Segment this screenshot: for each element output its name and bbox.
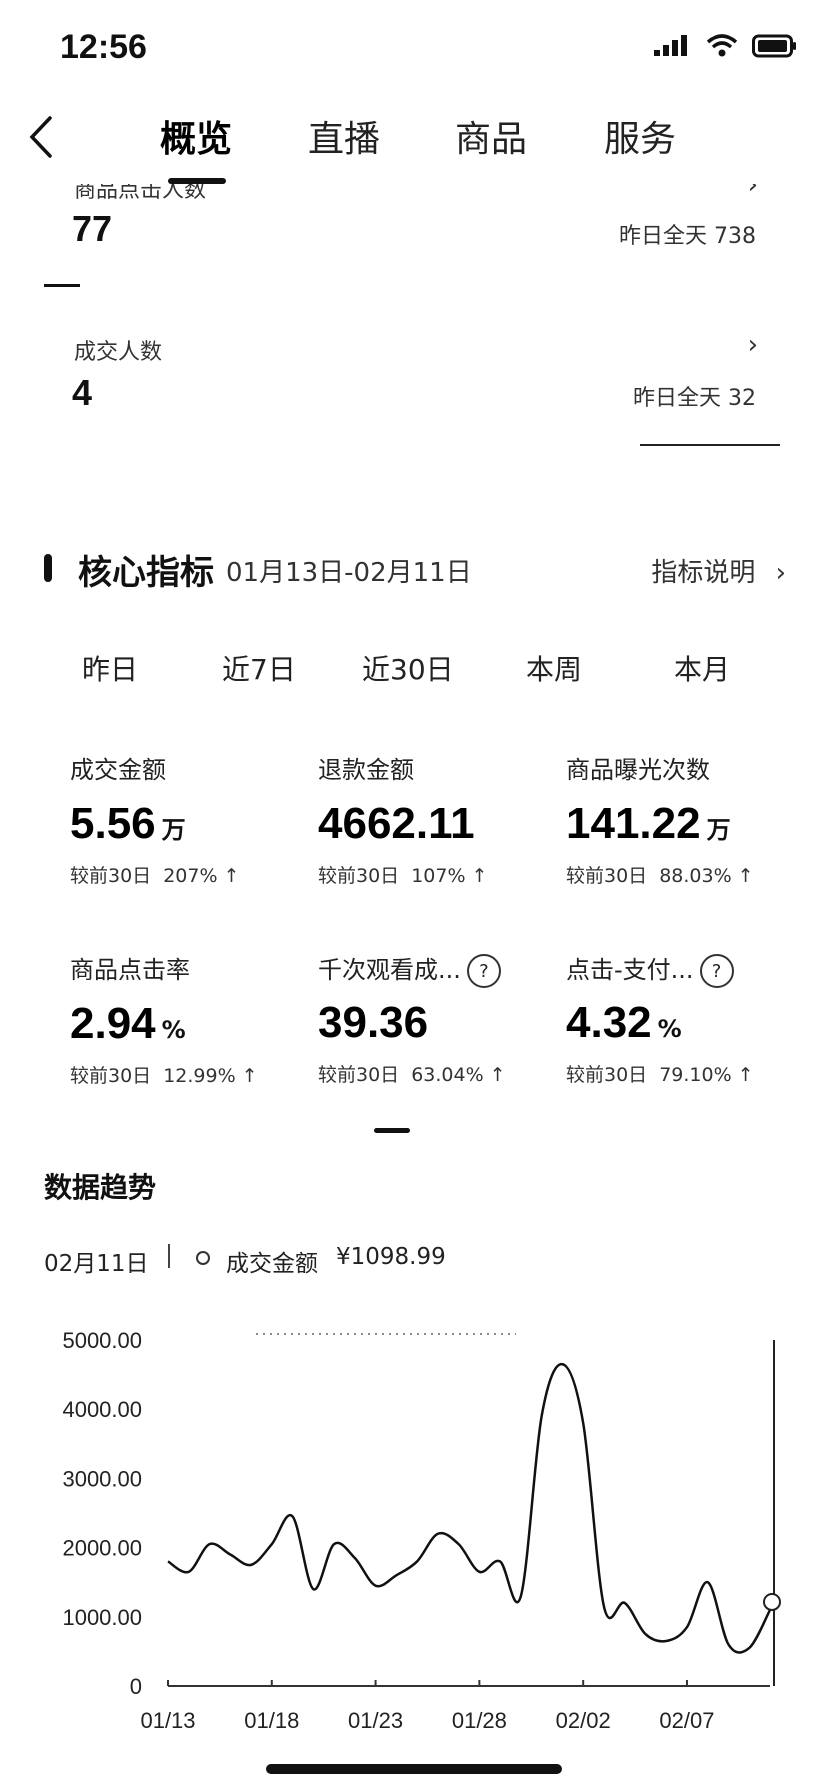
chevron-right-icon: › [775,558,786,588]
arrow-up-icon: ↑ [241,1065,258,1087]
metric-compare-label: 较前30日 [566,865,648,887]
metric-unit: % [161,1016,186,1044]
metric-compare-pct: 12.99% [163,1065,236,1087]
chevron-right-icon: › [747,330,758,360]
metric-compare-label: 较前30日 [318,865,400,887]
tab-service[interactable]: 服务 [604,110,676,162]
x-tick-label: 01/13 [140,1708,195,1730]
range-yesterday[interactable]: 昨日 [82,648,138,688]
metric-compare-pct: 63.04% [411,1064,484,1086]
battery-icon [752,34,796,58]
selected-point [763,1592,781,1611]
range-7d[interactable]: 近7日 [222,648,296,688]
metric-help-label: 指标说明 [651,558,756,588]
stat-label: 成交人数 [74,340,163,365]
metric-compare-label: 较前30日 [70,865,152,887]
status-time: 12:56 [60,28,147,66]
stat-value: 4 [72,372,93,413]
x-tick-label: 01/18 [244,1708,299,1730]
metric-compare-label: 较前30日 [566,1064,648,1086]
divider [44,284,80,287]
range-this-week[interactable]: 本周 [526,648,582,688]
y-tick-label: 3000.00 [62,1466,142,1491]
metric-help-link[interactable]: 指标说明 › [651,552,786,589]
metric-unit: 万 [161,816,186,844]
core-date-range: 01月13日-02月11日 [226,558,472,588]
metric-label: 千次观看成... [318,956,461,984]
metric-card[interactable]: 千次观看成...? 39.36 较前30日 63.04% ↑ [318,950,558,1087]
x-tick-label: 02/02 [556,1708,611,1730]
metric-card[interactable]: 退款金额 4662.11 较前30日 107% ↑ [318,750,558,888]
metric-value: 4662.11 [318,799,475,848]
section-marker [44,554,52,582]
metric-card[interactable]: 成交金额 5.56 万 较前30日 207% ↑ [70,750,310,888]
trend-title: 数据趋势 [44,1171,157,1204]
metric-compare-pct: 88.03% [659,865,732,887]
metric-compare-label: 较前30日 [318,1064,400,1086]
metric-value: 141.22 [566,799,701,848]
range-30d[interactable]: 近30日 [362,648,454,688]
stat-row-clicks[interactable]: 商品点击人数 › 77 昨日全天 738 [0,184,828,284]
y-tick-label: 1000.00 [62,1605,142,1630]
nav-tabs: 概览 直播 商品 服务 [0,110,828,170]
home-indicator [266,1764,562,1774]
metric-value: 4.32 [566,998,652,1047]
series-line [167,1362,772,1654]
divider [168,1244,170,1268]
x-tick-label: 02/07 [659,1708,714,1730]
chevron-right-icon: › [747,184,758,200]
signal-icon [654,35,687,56]
metric-compare-label: 较前30日 [70,1065,152,1087]
page-indicator [374,1128,410,1133]
metric-card[interactable]: 点击-支付...? 4.32% 较前30日 79.10% ↑ [566,950,816,1087]
x-tick-label: 01/28 [452,1708,507,1730]
y-tick-label: 4000.00 [62,1397,142,1422]
arrow-up-icon: ↑ [471,865,488,887]
metric-label: 点击-支付... [566,956,694,984]
trend-selected-value: ¥1098.99 [336,1244,446,1270]
y-tick-label: 2000.00 [62,1536,142,1561]
trend-chart[interactable]: 0 1000.00 2000.00 3000.00 4000.00 5000.00 01/1… [0,1310,828,1730]
metric-label: 成交金额 [70,756,166,784]
x-tick-label: 01/23 [348,1708,403,1730]
arrow-up-icon: ↑ [737,1064,754,1086]
stat-yesterday: 昨日全天 738 [619,224,756,249]
metric-compare-pct: 207% [163,865,218,887]
wifi-icon [706,34,738,57]
trend-series-label: 成交金额 [226,1251,318,1277]
range-this-month[interactable]: 本月 [674,648,730,688]
stat-value: 77 [72,208,113,249]
legend-dot-icon [196,1251,210,1265]
stat-yesterday: 昨日全天 32 [633,386,756,411]
metric-label: 商品点击率 [70,956,190,984]
arrow-up-icon: ↑ [489,1064,506,1086]
y-tick-label: 5000.00 [62,1328,142,1353]
y-tick-label: 0 [130,1674,142,1699]
metric-value: 5.56 [70,799,156,848]
arrow-up-icon: ↑ [737,865,754,887]
metric-compare-pct: 79.10% [659,1064,732,1086]
arrow-up-icon: ↑ [223,865,240,887]
metric-card[interactable]: 商品曝光次数 141.22 万 较前30日 88.03% ↑ [566,750,816,888]
core-title: 核心指标 [78,553,214,593]
metric-unit: 万 [706,816,731,844]
metric-card[interactable]: 商品点击率 2.94% 较前30日 12.99% ↑ [70,950,310,1088]
trend-selected-date: 02月11日 [44,1251,149,1277]
metric-compare-pct: 107% [411,865,466,887]
question-icon[interactable]: ? [466,954,501,988]
stat-row-buyers[interactable]: 成交人数 › 4 昨日全天 32 [0,330,828,420]
stat-label: 商品点击人数 [74,184,207,203]
divider [640,444,780,446]
metric-label: 商品曝光次数 [566,756,710,784]
question-icon[interactable]: ? [699,954,734,988]
metric-label: 退款金额 [318,756,414,784]
tab-overview[interactable]: 概览 [160,110,232,162]
tab-products[interactable]: 商品 [455,110,527,162]
metric-value: 39.36 [318,998,429,1047]
metric-unit: % [657,1015,682,1043]
status-icons [652,34,798,58]
metric-value: 2.94 [70,999,156,1048]
tab-live[interactable]: 直播 [308,110,380,162]
